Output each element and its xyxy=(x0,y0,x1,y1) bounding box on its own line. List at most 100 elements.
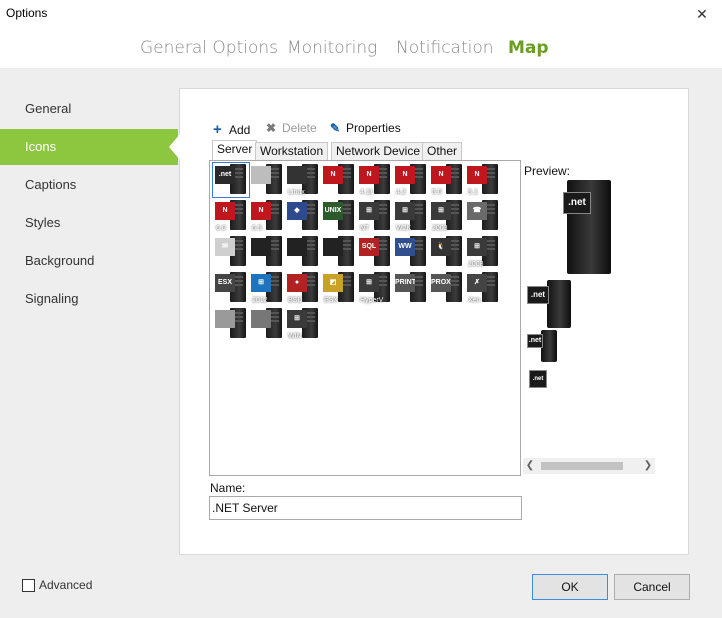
tab-network-device[interactable]: Network Device xyxy=(331,142,426,160)
icon-caption: 2008 xyxy=(468,261,484,268)
plus-icon: + xyxy=(213,121,222,138)
icon-caption: 4.2 xyxy=(396,189,406,196)
net-badge-tiny: .net xyxy=(529,370,547,388)
server-icon-item[interactable]: ◆ xyxy=(286,200,320,232)
ok-button[interactable]: OK xyxy=(532,574,608,600)
icon-caption: WIN xyxy=(288,333,302,340)
scroll-thumb[interactable] xyxy=(541,462,623,470)
os-badge-icon xyxy=(251,310,271,328)
sidebar-item-general[interactable]: General xyxy=(0,91,180,127)
scroll-left-icon[interactable]: ❮ xyxy=(523,458,537,474)
server-icon-item[interactable]: ⊞ 2012 xyxy=(250,272,284,304)
sidebar-item-background[interactable]: Background xyxy=(0,243,180,279)
os-badge-icon: ⊞ xyxy=(359,202,379,220)
icon-caption: 5.1 xyxy=(468,189,478,196)
os-badge-icon: ✉ xyxy=(215,238,235,256)
tab-map[interactable]: Map xyxy=(508,38,549,58)
server-icon-item[interactable]: Linux xyxy=(286,164,320,196)
os-badge-icon: .net xyxy=(215,166,235,184)
server-icon-item[interactable] xyxy=(250,164,284,196)
os-badge-icon: ⊞ xyxy=(395,202,415,220)
server-icon-item[interactable]: ESX xyxy=(214,272,248,304)
server-icon-item[interactable]: N 5.1 xyxy=(466,164,500,196)
server-icon-item[interactable]: ● BSD xyxy=(286,272,320,304)
icon-caption: BSD xyxy=(288,297,303,304)
server-icon-item[interactable]: N 5.0 xyxy=(430,164,464,196)
server-icon-item[interactable] xyxy=(250,236,284,268)
tab-notification[interactable]: Notification xyxy=(396,38,494,58)
tab-monitoring[interactable]: Monitoring xyxy=(287,38,377,58)
server-icon-item[interactable]: 🐧 xyxy=(430,236,464,268)
server-icon-item[interactable] xyxy=(322,236,356,268)
preview-scrollbar[interactable]: ❮ ❯ xyxy=(523,458,655,474)
os-badge-icon: UNIX xyxy=(323,202,343,220)
tab-other[interactable]: Other xyxy=(422,142,463,160)
icon-caption: 6.5 xyxy=(252,225,262,232)
pencil-icon: ✎ xyxy=(330,121,341,135)
server-icon-item[interactable] xyxy=(214,308,248,340)
server-icon-item[interactable]: ◩ ESX xyxy=(322,272,356,304)
icon-caption: HyperV xyxy=(360,297,384,304)
server-icon-item[interactable]: N 4.11 xyxy=(358,164,392,196)
os-badge-icon xyxy=(287,166,307,184)
server-icon-item[interactable]: N 4.2 xyxy=(394,164,428,196)
os-badge-icon: N xyxy=(395,166,415,184)
os-badge-icon: SQL xyxy=(359,238,379,256)
tab-general-options[interactable]: General Options xyxy=(140,38,278,58)
icon-caption: 5.0 xyxy=(432,189,442,196)
server-icon-item[interactable]: ⊞ 2003 xyxy=(430,200,464,232)
server-icon-item[interactable]: PRINT xyxy=(394,272,428,304)
os-badge-icon xyxy=(287,238,307,256)
server-icon-item[interactable]: PROXY xyxy=(430,272,464,304)
os-badge-icon: 🐧 xyxy=(431,238,451,256)
server-icon-item[interactable]: .net xyxy=(212,162,250,198)
server-icon-item[interactable]: ⊞ W2K xyxy=(394,200,428,232)
add-button[interactable]: + Add xyxy=(213,121,250,138)
os-badge-icon: ● xyxy=(287,274,307,292)
os-badge-icon: ◆ xyxy=(287,202,307,220)
server-icon-item[interactable]: N xyxy=(322,164,356,196)
os-badge-icon: ⊞ xyxy=(431,202,451,220)
advanced-label: Advanced xyxy=(39,578,93,592)
server-icon-item[interactable]: N 6.5 xyxy=(250,200,284,232)
os-badge-icon: ⊞ xyxy=(467,238,487,256)
server-icon-item[interactable]: ⊞ 2008 xyxy=(466,236,500,268)
server-icon-item[interactable]: UNIX xyxy=(322,200,356,232)
cancel-button[interactable]: Cancel xyxy=(614,574,690,600)
sidebar-item-signaling[interactable]: Signaling xyxy=(0,281,180,317)
os-badge-icon: ⊞ xyxy=(287,310,307,328)
server-icon-item[interactable]: N 6.0 xyxy=(214,200,248,232)
checkbox-box[interactable] xyxy=(22,579,35,592)
icon-caption: ESX xyxy=(324,297,339,304)
icon-caption: Linux xyxy=(288,189,305,196)
server-icon-item[interactable]: ⊞ HyperV xyxy=(358,272,392,304)
close-icon[interactable]: ✕ xyxy=(682,0,722,28)
delete-button[interactable]: ✖ Delete xyxy=(266,121,317,135)
icon-caption: NT xyxy=(360,225,370,232)
server-icon-item[interactable]: ✗ Xen xyxy=(466,272,500,304)
os-badge-icon: N xyxy=(251,202,271,220)
server-icon-item[interactable]: ✉ xyxy=(214,236,248,268)
sidebar-item-captions[interactable]: Captions xyxy=(0,167,180,203)
scroll-right-icon[interactable]: ❯ xyxy=(641,458,655,474)
panel-pointer xyxy=(169,134,180,160)
server-icon-item[interactable] xyxy=(250,308,284,340)
icon-caption: 6.0 xyxy=(216,225,226,232)
sidebar-item-icons[interactable]: Icons xyxy=(0,129,178,165)
server-icon-item[interactable]: ⊞ WIN xyxy=(286,308,320,340)
server-icon-item[interactable]: SQL xyxy=(358,236,392,268)
os-badge-icon xyxy=(251,238,271,256)
server-icon-item[interactable]: ⊞ NT xyxy=(358,200,392,232)
properties-button[interactable]: ✎ Properties xyxy=(330,121,401,135)
tab-server[interactable]: Server xyxy=(212,140,258,161)
net-badge-medium: .net xyxy=(527,286,549,304)
tab-workstation[interactable]: Workstation xyxy=(255,142,329,160)
os-badge-icon: PRINT xyxy=(395,274,415,292)
os-badge-icon: WW xyxy=(395,238,415,256)
delete-x-icon: ✖ xyxy=(266,121,277,135)
sidebar-item-styles[interactable]: Styles xyxy=(0,205,180,241)
server-icon-item[interactable]: ☎ xyxy=(466,200,500,232)
name-input[interactable] xyxy=(209,496,522,520)
server-icon-item[interactable] xyxy=(286,236,320,268)
server-icon-item[interactable]: WW xyxy=(394,236,428,268)
